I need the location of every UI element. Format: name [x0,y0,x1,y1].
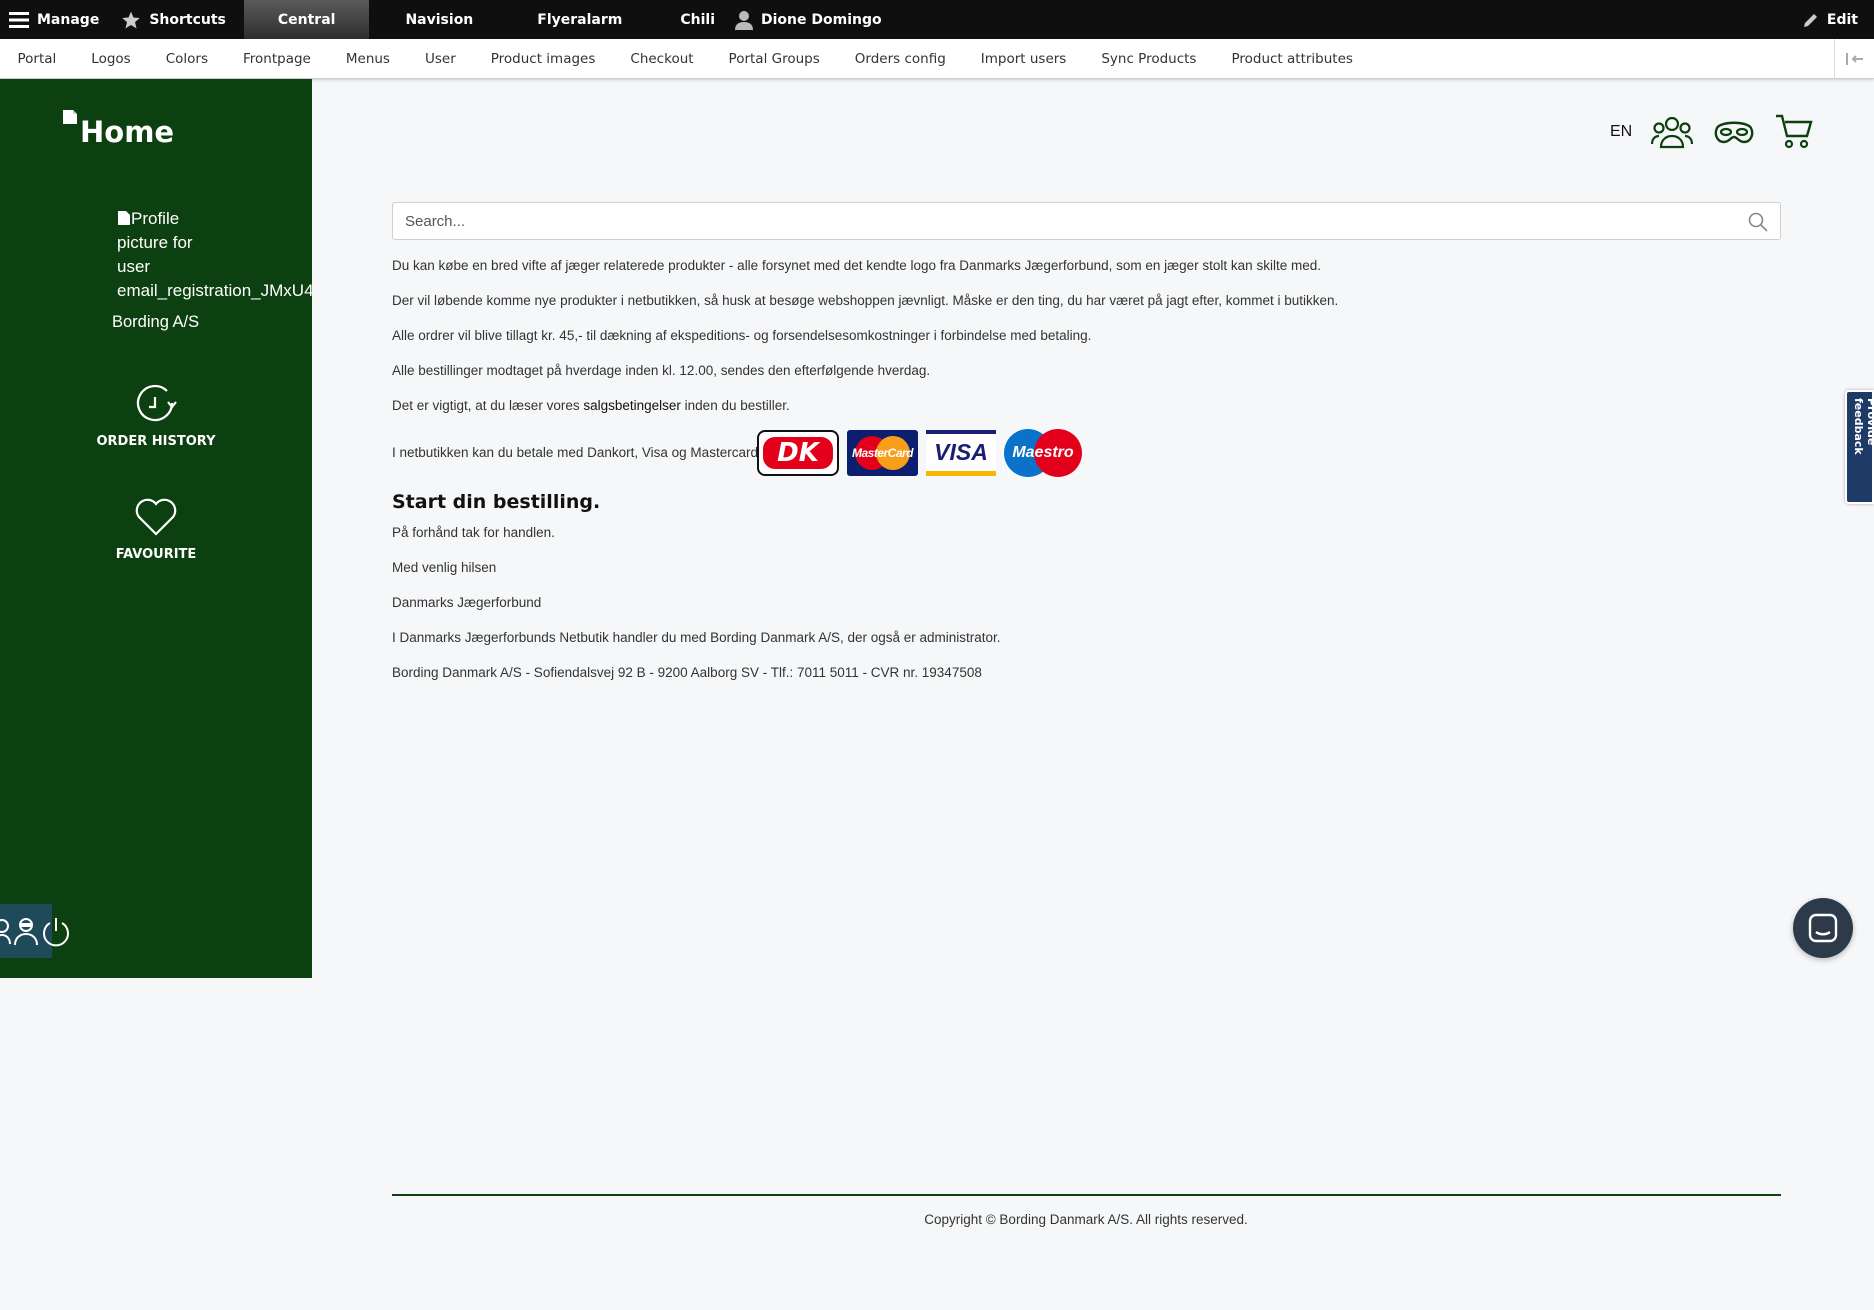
user-menu[interactable]: Dione Domingo [721,0,900,39]
tray-item-portal-groups[interactable]: Portal Groups [711,51,837,67]
maestro-label: Maestro [1012,444,1074,461]
maestro-logo: Maestro [1004,429,1082,477]
paragraph-3: Alle ordrer vil blive tillagt kr. 45,- t… [392,328,1092,343]
tray-item-checkout[interactable]: Checkout [613,51,711,67]
home-logo-link[interactable]: Home [62,109,174,149]
tab-central-label: Central [277,11,336,28]
order-history-link[interactable]: ORDER HISTORY [0,382,312,449]
manage-label: Manage [37,11,100,28]
tray-item-import-users[interactable]: Import users [963,51,1084,67]
chat-icon [1808,913,1838,943]
paragraph-5-before: Det er vigtigt, at du læser vores [392,398,580,413]
sidebar-bottom-actions [0,904,76,958]
edit-button[interactable]: Edit [1803,0,1858,39]
paragraph-9: Danmarks Jægerforbund [392,595,542,610]
company-name: Bording A/S [112,313,200,331]
visa-label: VISA [934,439,988,465]
feedback-tab[interactable]: Provide feedback [1845,390,1874,504]
profile-alt-line-1: Profile [131,209,180,228]
tray-item-frontpage[interactable]: Frontpage [225,51,328,67]
tab-navision-label: Navision [405,11,474,28]
payment-cards: DK MasterCard VISA Maestro [757,429,1090,477]
footer-divider [392,1194,1781,1196]
collapse-left-icon [1845,52,1863,65]
hamburger-icon [9,11,29,28]
paragraph-5: Det er vigtigt, at du læser vores salgsb… [392,398,790,413]
tray-item-menus[interactable]: Menus [328,51,407,67]
logo-text: Home [80,115,175,149]
paragraph-11: Bording Danmark A/S - Sofiendalsvej 92 B… [392,665,982,680]
agent-icon[interactable] [12,916,40,946]
paragraph-6: I netbutikken kan du betale med Dankort,… [392,445,762,460]
admin-tray: Portal Logos Colors Frontpage Menus User… [0,39,1874,79]
visa-logo: VISA [926,430,996,476]
pencil-icon [1803,13,1817,27]
profile-alt-line-2: picture for [117,233,193,252]
tab-chili[interactable]: Chili [650,0,721,39]
history-icon [136,384,177,422]
search-box [392,202,1781,240]
favourite-link[interactable]: FAVOURITE [0,497,312,562]
dankort-label: DK [777,438,819,468]
paragraph-5-after: inden du bestiller. [684,398,790,413]
tray-item-product-attributes[interactable]: Product attributes [1214,51,1370,67]
tray-item-user[interactable]: User [407,51,473,67]
shortcuts-button[interactable]: Shortcuts [117,0,244,39]
user-name: Dione Domingo [761,11,882,28]
paragraph-1: Du kan købe en bred vifte af jæger relat… [392,258,1321,273]
tab-navision[interactable]: Navision [369,0,509,39]
paragraph-7: På forhånd tak for handlen. [392,525,555,540]
cart-icon[interactable] [1775,113,1813,149]
star-icon [122,11,141,28]
favourite-label: FAVOURITE [115,547,197,562]
profile-alt-line-4: email_registration_JMxU4G [117,281,312,300]
tray-item-orders-config[interactable]: Orders config [837,51,963,67]
order-history-label: ORDER HISTORY [96,434,216,449]
tray-item-product-images[interactable]: Product images [473,51,613,67]
dankort-logo: DK [757,430,839,476]
paragraph-10: I Danmarks Jægerforbunds Netbutik handle… [392,630,1001,645]
profile-alt-line-3: user [117,257,151,276]
search-icon[interactable] [1748,212,1768,232]
tray-item-portal[interactable]: Portal [0,51,74,67]
paragraph-4: Alle bestillinger modtaget på hverdage i… [392,363,931,378]
shortcuts-label: Shortcuts [149,11,226,28]
feedback-label: Provide feedback [1852,398,1874,455]
manage-button[interactable]: Manage [0,0,117,39]
edit-label: Edit [1826,11,1858,28]
paragraph-8: Med venlig hilsen [392,560,497,575]
sidebar: Home Profile picture for user email_regi… [0,79,312,978]
tray-orientation-toggle[interactable] [1834,39,1874,78]
copyright: Copyright © Bording Danmark A/S. All rig… [924,1212,1248,1227]
paragraph-2: Der vil løbende komme nye produkter i ne… [392,293,1339,308]
tab-flyeralarm-label: Flyeralarm [537,11,623,28]
tab-flyeralarm[interactable]: Flyeralarm [509,0,650,39]
search-input[interactable] [393,203,1723,239]
mastercard-logo: MasterCard [847,430,918,476]
user-icon [735,10,753,30]
order-heading: Start din bestilling. [392,491,601,513]
power-icon[interactable] [40,915,72,947]
tray-item-colors[interactable]: Colors [148,51,225,67]
tab-chili-label: Chili [680,11,715,28]
tab-central[interactable]: Central [243,0,370,39]
terms-link[interactable]: salgsbetingelser [583,398,681,413]
users-group-icon[interactable] [1651,115,1693,149]
language-switcher[interactable]: EN [1610,123,1632,141]
tray-item-logos[interactable]: Logos [74,51,148,67]
broken-image-icon [118,211,130,225]
mask-icon[interactable] [1713,118,1755,146]
mastercard-label: MasterCard [851,446,914,460]
profile-picture: Profile picture for user email_registrat… [117,207,312,303]
tray-item-sync-products[interactable]: Sync Products [1084,51,1214,67]
broken-image-icon [63,110,77,124]
chat-launcher[interactable] [1793,898,1853,958]
admin-toolbar: Manage Shortcuts Central Navision Flyera… [0,0,1874,39]
heart-icon [135,498,177,536]
